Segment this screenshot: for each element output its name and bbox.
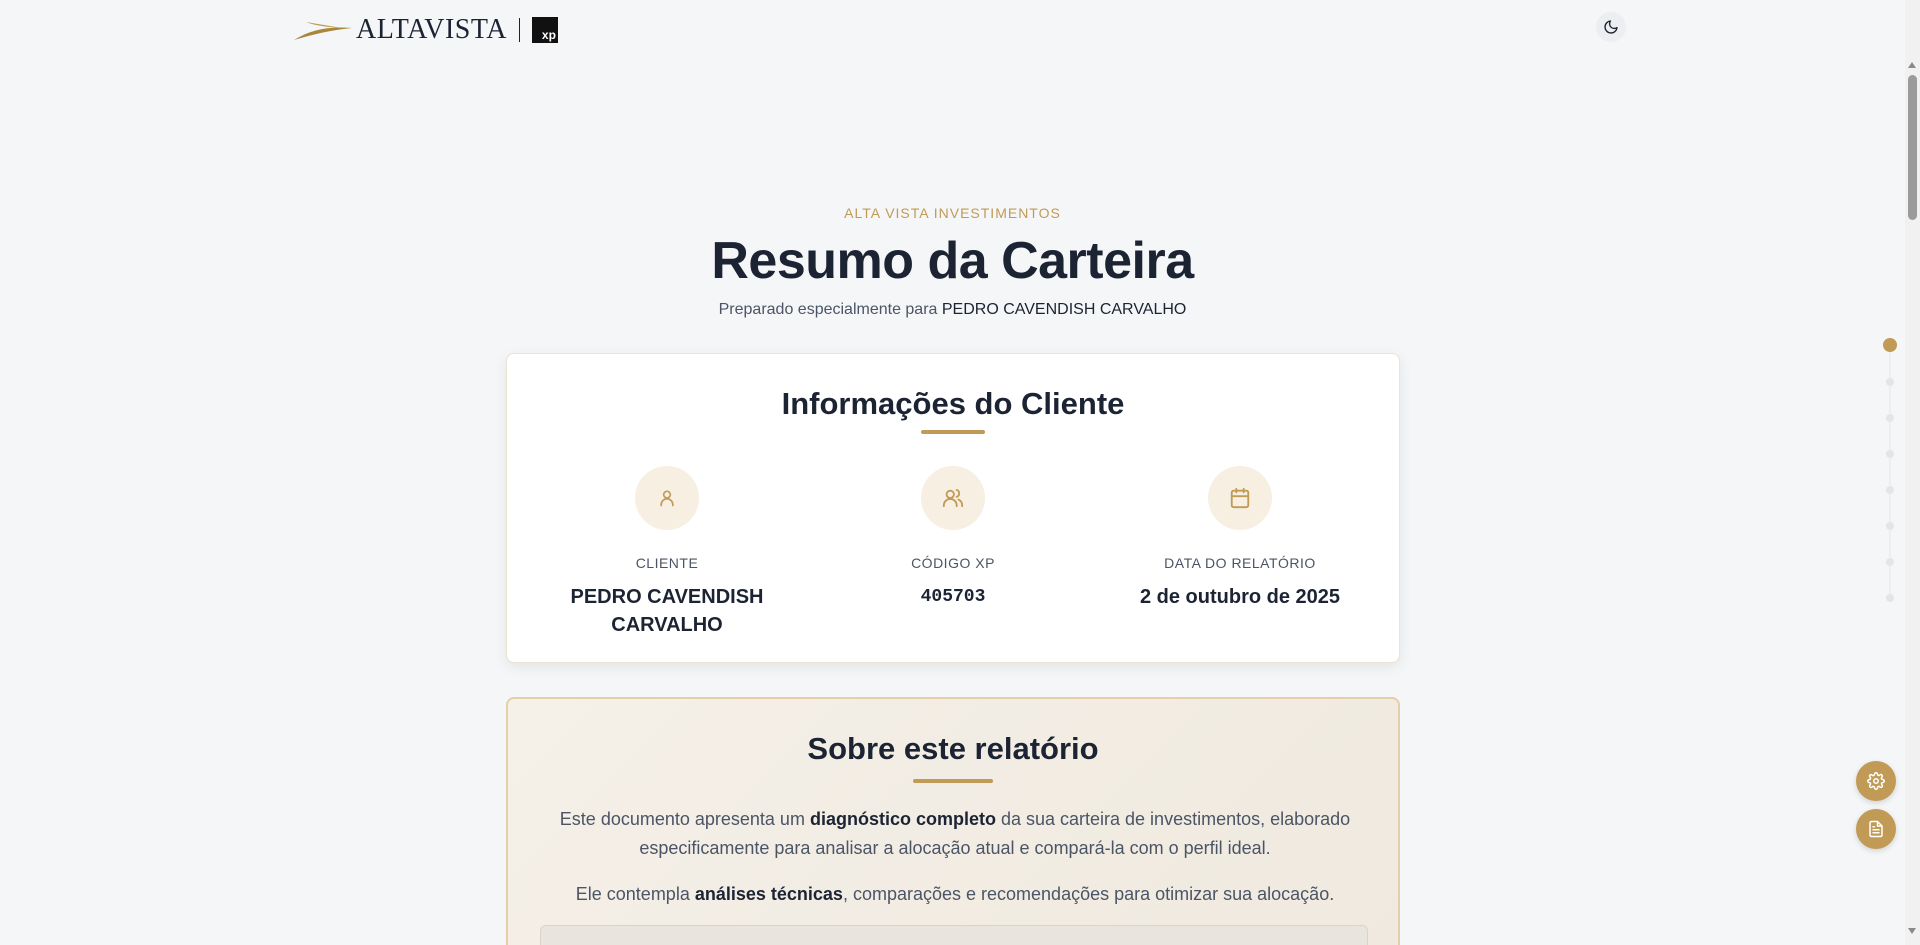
users-icon xyxy=(921,466,985,530)
section-nav-dot-7[interactable] xyxy=(1886,558,1894,566)
about-p1-bold: diagnóstico completo xyxy=(809,809,996,829)
page-scrollbar[interactable] xyxy=(1905,0,1920,945)
section-nav-dot-1[interactable] xyxy=(1883,338,1897,352)
user-icon xyxy=(635,466,699,530)
hero-eyebrow: ALTA VISTA INVESTIMENTOS xyxy=(844,205,1061,221)
client-info-title: Informações do Cliente xyxy=(781,386,1125,421)
xp-code-value: 405703 xyxy=(920,587,986,607)
about-paragraph-2: Ele contempla análises técnicas, compara… xyxy=(548,880,1362,909)
hero-subtitle-prefix: Preparado especialmente para xyxy=(718,301,942,318)
client-name-block: CLIENTE PEDRO CAVENDISH CARVALHO xyxy=(527,466,807,639)
scroll-down-arrow-icon[interactable] xyxy=(1908,928,1916,934)
title-underline xyxy=(921,430,985,434)
client-label: CLIENTE xyxy=(635,555,699,571)
report-date-block: DATA DO RELATÓRIO 2 de outubro de 2025 xyxy=(1100,466,1380,611)
brand-name: ALTAVISTA xyxy=(356,14,507,45)
top-bar: ALTAVISTA xp xyxy=(0,0,1905,60)
about-report-card: Sobre este relatório Este documento apre… xyxy=(506,697,1400,945)
scroll-up-arrow-icon[interactable] xyxy=(1908,62,1916,68)
page-title: Resumo da Carteira xyxy=(711,232,1194,290)
hero-client-name: PEDRO CAVENDISH CARVALHO xyxy=(941,301,1187,318)
moon-icon xyxy=(1604,20,1618,34)
section-nav-dot-3[interactable] xyxy=(1886,414,1894,422)
about-paragraph-1: Este documento apresenta um diagnóstico … xyxy=(548,805,1362,863)
client-info-card: Informações do Cliente CLIENTE PEDRO CAV… xyxy=(506,353,1400,663)
xp-code-block: CÓDIGO XP 405703 xyxy=(813,466,1093,611)
xp-code-label: CÓDIGO XP xyxy=(911,555,995,571)
about-title: Sobre este relatório xyxy=(807,731,1099,766)
about-p2-text-rest: , comparações e recomendações para otimi… xyxy=(842,884,1335,904)
section-nav-dot-8[interactable] xyxy=(1886,594,1894,602)
section-nav-dot-5[interactable] xyxy=(1886,486,1894,494)
about-title-underline xyxy=(913,779,993,783)
about-p2-bold: análises técnicas xyxy=(694,884,843,904)
about-p1-text: Este documento apresenta um xyxy=(559,809,810,829)
logo-divider xyxy=(518,18,520,42)
section-nav-dot-6[interactable] xyxy=(1886,522,1894,530)
calendar-icon xyxy=(1208,466,1272,530)
scrollbar-thumb[interactable] xyxy=(1908,75,1917,220)
report-date-value: 2 de outubro de 2025 xyxy=(1139,586,1341,608)
brand-logo[interactable]: ALTAVISTA xp xyxy=(292,14,558,46)
xp-logo: xp xyxy=(531,17,558,43)
theme-toggle-button[interactable] xyxy=(1596,12,1626,42)
bird-logo-icon xyxy=(294,22,352,40)
report-button[interactable] xyxy=(1856,809,1896,849)
gear-icon xyxy=(1867,772,1885,790)
about-inner-box xyxy=(540,925,1368,945)
section-nav-dot-4[interactable] xyxy=(1886,450,1894,458)
client-value: PEDRO CAVENDISH CARVALHO xyxy=(570,586,764,636)
document-icon xyxy=(1869,820,1883,838)
settings-button[interactable] xyxy=(1856,761,1896,801)
hero-subtitle: Preparado especialmente para PEDRO CAVEN… xyxy=(0,301,1905,319)
hero-section: ALTA VISTA INVESTIMENTOS Resumo da Carte… xyxy=(0,205,1905,319)
report-date-label: DATA DO RELATÓRIO xyxy=(1164,555,1316,571)
section-nav-dot-2[interactable] xyxy=(1886,378,1894,386)
about-p2-text: Ele contempla xyxy=(575,884,695,904)
